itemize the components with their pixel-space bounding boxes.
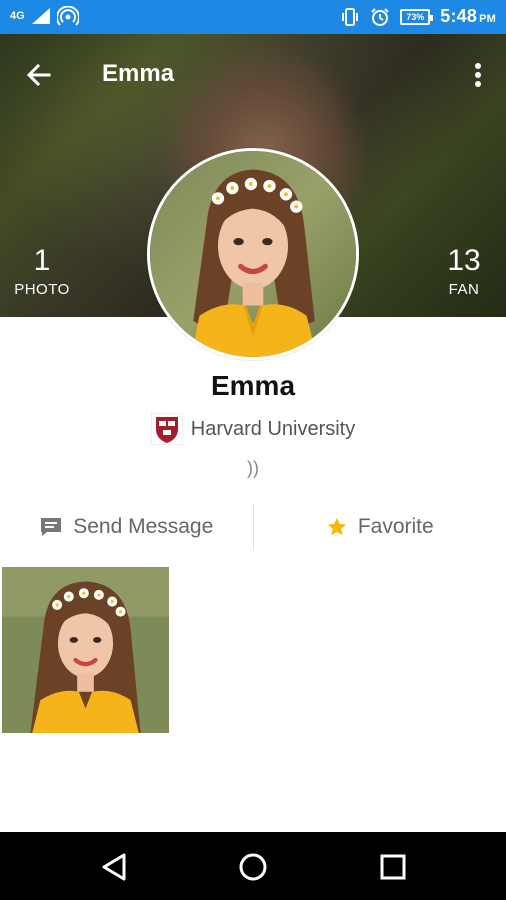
hotspot-icon — [56, 6, 79, 26]
battery-icon: 73% — [400, 8, 434, 25]
battery-level: 73 — [406, 11, 417, 22]
favorite-label: Favorite — [357, 515, 434, 538]
vibrate-icon — [342, 7, 359, 26]
action-bar: Send Message Favorite — [0, 504, 506, 550]
send-message-label: Send Message — [73, 515, 214, 538]
fan-count: 13 — [447, 244, 481, 277]
back-button[interactable] — [22, 58, 56, 92]
photo-label: PHOTO — [14, 281, 70, 298]
avatar[interactable] — [147, 148, 359, 360]
more-options-button[interactable] — [466, 58, 490, 92]
app-bar: Emma — [0, 34, 506, 114]
harvard-crest-icon — [150, 413, 183, 445]
profile-name: Emma — [210, 370, 296, 401]
page-title: Emma — [102, 60, 175, 87]
star-icon — [327, 517, 346, 536]
favorite-button[interactable]: Favorite — [254, 504, 506, 550]
nav-recents-icon — [380, 854, 406, 880]
system-navigation-bar — [0, 832, 506, 900]
photo-count: 1 — [33, 244, 51, 277]
nav-home-button[interactable] — [236, 850, 270, 884]
clock-time: 5:48 — [440, 6, 478, 26]
school-row: Harvard University — [0, 413, 506, 445]
signal-icon — [31, 8, 50, 24]
status-bar: 4G 73% 5:48 PM — [0, 0, 506, 34]
nav-back-icon — [102, 853, 126, 881]
fan-label: FAN — [448, 281, 480, 298]
photo-count-stat[interactable]: 1 PHOTO — [12, 244, 72, 299]
nav-home-icon — [239, 853, 267, 881]
message-icon — [41, 518, 62, 536]
school-name: Harvard University — [190, 417, 356, 440]
fan-count-stat[interactable]: 13 FAN — [434, 244, 494, 299]
send-message-button[interactable]: Send Message — [0, 504, 253, 550]
clock-ampm: PM — [479, 13, 496, 25]
bio-text: )) — [247, 458, 259, 478]
network-type: 4G — [10, 9, 25, 22]
nav-back-button[interactable] — [97, 850, 131, 884]
arrow-left-icon — [26, 63, 51, 87]
alarm-icon — [371, 7, 389, 26]
photo-thumbnail[interactable] — [2, 567, 169, 733]
more-vert-icon — [475, 63, 481, 87]
nav-recents-button[interactable] — [376, 850, 410, 884]
clock: 5:48 PM — [440, 6, 496, 27]
